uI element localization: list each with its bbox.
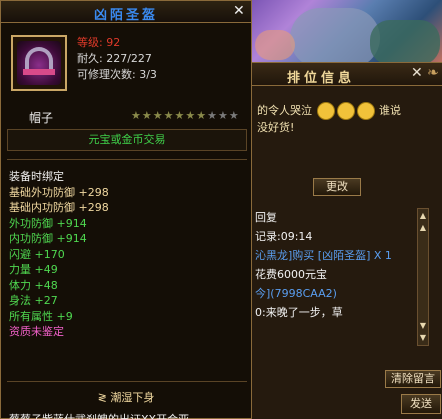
divider <box>7 159 247 160</box>
scene-shape <box>290 8 380 62</box>
item-tooltip: 凶陌圣盔 ✕ 等级: 92 耐久: 227/227 可修理次数: 3/3 帽子 … <box>0 0 252 419</box>
chat-line: 今](7998CAA2) <box>255 287 337 300</box>
star-icon: ★ <box>131 109 142 122</box>
star-rating: ★★★★★★★★★★ <box>131 109 240 122</box>
message-text: 谁说 <box>379 104 401 117</box>
scene-shape <box>370 20 440 62</box>
chat-line: 回复 <box>255 211 277 224</box>
chat-line: 沁黑龙]购买 [凶陌圣盔] X 1 <box>255 249 392 262</box>
close-icon[interactable]: ✕ <box>411 65 423 81</box>
attribute-line: 闪避 +170 <box>9 247 65 261</box>
chat-line: 花费6000元宝 <box>255 268 327 281</box>
attribute-line: 所有属性 +9 <box>9 309 73 323</box>
item-durability: 耐久: 227/227 <box>77 52 152 65</box>
item-slot: 帽子 <box>29 111 54 125</box>
scroll-up-icon[interactable]: ▲ <box>418 211 428 221</box>
item-name: 凶陌圣盔 <box>93 8 158 23</box>
divider <box>7 381 247 382</box>
attribute-line: 外功防御 +914 <box>9 216 87 230</box>
chat-line: 记录:09:14 <box>255 230 313 243</box>
clear-messages-button[interactable]: 清除留言 <box>385 370 441 388</box>
set-name: ≷ 潮湿下身 <box>97 391 155 404</box>
star-icon: ★ <box>174 109 186 122</box>
emoji-icon <box>316 102 335 120</box>
tooltip-header: 凶陌圣盔 ✕ <box>1 1 251 23</box>
chat-scrollbar[interactable]: ▲ ▲ ▼ ▼ <box>417 208 429 346</box>
ornament-icon: ❧ <box>427 65 439 81</box>
item-repairs: 可修理次数: 3/3 <box>77 68 157 81</box>
ranking-title: 排位信息 <box>287 71 356 86</box>
attribute-line: 基础内功防御 +298 <box>9 201 109 214</box>
ranking-panel: 排位信息 ✕ ❧ 的令人哭泣 谁说 没好货! 更改 回复记录:09:14 沁黑龙]… <box>250 62 442 419</box>
attribute-line: 基础外功防御 +298 <box>9 185 109 199</box>
scroll-up-icon[interactable]: ▲ <box>418 223 428 233</box>
scroll-down-icon[interactable]: ▼ <box>418 321 428 331</box>
attribute-line: 力量 +49 <box>9 263 58 276</box>
bind-status: 装备时绑定 <box>9 170 64 183</box>
message-text: 的令人哭泣 <box>257 104 312 117</box>
item-level: 等级: 92 <box>77 36 121 49</box>
emoji-icon <box>356 102 375 120</box>
attribute-line: 内功防御 +914 <box>9 232 87 245</box>
emoji-icon <box>336 102 355 120</box>
helmet-icon <box>17 41 61 85</box>
game-scene <box>250 0 442 62</box>
star-icon: ★ <box>207 109 218 122</box>
ranking-header: 排位信息 ✕ ❧ <box>251 62 442 86</box>
scene-shape <box>255 30 295 60</box>
star-icon: ★ <box>163 109 175 122</box>
message-text: 没好货! <box>257 121 295 134</box>
star-icon: ★ <box>218 109 229 122</box>
chat-line: 0:来晚了一步，草 <box>255 306 343 319</box>
star-icon: ★ <box>141 109 153 122</box>
change-button[interactable]: 更改 <box>313 178 361 196</box>
star-icon: ★ <box>228 109 240 122</box>
attribute-line: 资质未鉴定 <box>9 325 64 338</box>
close-icon[interactable]: ✕ <box>233 3 245 19</box>
attribute-line: 身法 +27 <box>9 294 58 307</box>
shop-message: 的令人哭泣 谁说 没好货! <box>257 102 437 136</box>
item-icon-frame <box>11 35 67 91</box>
scroll-down-icon[interactable]: ▼ <box>418 333 428 343</box>
send-button[interactable]: 发送 <box>401 394 441 414</box>
description-text: 蔡蔡子紫蓝仕武刹魄的出证XX开合亚 <box>9 411 189 419</box>
star-icon: ★ <box>152 109 164 122</box>
attribute-line: 体力 +48 <box>9 278 58 292</box>
star-icon: ★ <box>185 109 197 122</box>
trade-type: 元宝或金币交易 <box>7 129 247 151</box>
chat-log: 回复记录:09:14 沁黑龙]购买 [凶陌圣盔] X 1 花费6000元宝 今](79… <box>255 208 415 322</box>
attribute-list: 装备时绑定 基础外功防御 +298 基础内功防御 +298 外功防御 +914 内功防… <box>9 169 109 340</box>
item-stats: 等级: 92 耐久: 227/227 可修理次数: 3/3 <box>77 35 157 83</box>
star-icon: ★ <box>196 109 208 122</box>
helmet-band <box>23 69 55 75</box>
